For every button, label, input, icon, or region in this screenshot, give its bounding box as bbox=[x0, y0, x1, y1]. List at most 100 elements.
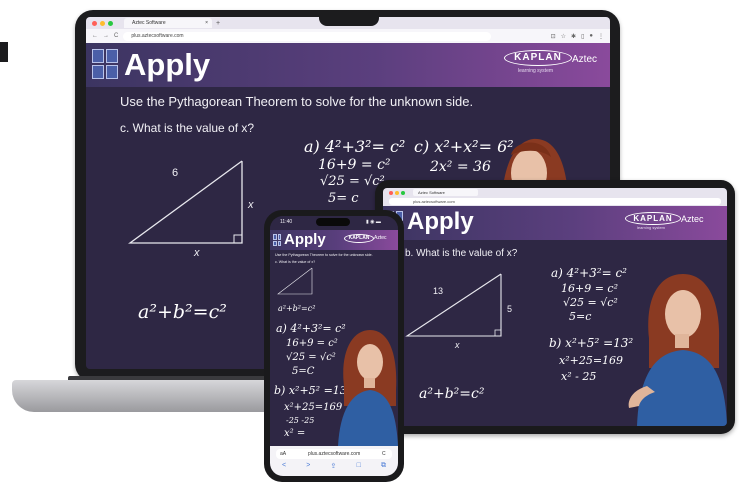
phone-share-icon[interactable]: ⇪ bbox=[331, 462, 337, 472]
tablet-tab[interactable]: Aztec Software bbox=[413, 189, 478, 196]
tablet-maximize-dot[interactable] bbox=[401, 191, 405, 195]
address-bar[interactable]: plus.aztecsoftware.com bbox=[123, 31, 492, 41]
phone-forward-icon[interactable]: > bbox=[306, 462, 310, 472]
phone-url-text: plus.aztecsoftware.com bbox=[308, 451, 361, 457]
tablet-kaplan-logo: KAPLAN bbox=[625, 212, 681, 225]
edge-mark bbox=[0, 42, 8, 62]
work-a-line4: 5= c bbox=[328, 191, 359, 206]
slide-banner: Apply KAPLAN Aztec learning system bbox=[86, 43, 610, 87]
tablet-screen: Aztec Software plus.aztecsoftware.com Ap… bbox=[383, 188, 727, 426]
maximize-window-dot[interactable] bbox=[108, 20, 113, 26]
phone-kaplan-logo: KAPLAN bbox=[344, 234, 374, 243]
phone-banner: Apply KAPLAN Aztec bbox=[270, 230, 398, 250]
share-icon[interactable]: ⊡ bbox=[551, 33, 556, 40]
tablet-work-a-line2: 16+9 = c² bbox=[561, 282, 618, 295]
phone-status-bar: 11:40 ▮ ◉ ▬ bbox=[270, 216, 398, 230]
phone-status-time: 11:40 bbox=[280, 219, 293, 225]
bookmark-icon[interactable]: ☆ bbox=[561, 33, 566, 40]
work-a-line3: √25 = √c² bbox=[320, 174, 385, 189]
tablet-leg-label: 5 bbox=[507, 304, 513, 314]
triangle-outline bbox=[128, 160, 243, 244]
phone-triangle-figure bbox=[277, 267, 313, 295]
new-tab-button[interactable]: + bbox=[216, 20, 220, 27]
phone-reader-button[interactable]: aA bbox=[280, 451, 286, 457]
phone-address-bar[interactable]: aA plus.aztecsoftware.com C bbox=[276, 449, 392, 459]
tablet-work-b-line2: x²+25=169 bbox=[559, 354, 624, 367]
phone-work-line8: x² = bbox=[284, 428, 306, 439]
phone-dynamic-island bbox=[316, 218, 350, 226]
phone-presenter-image bbox=[338, 330, 398, 446]
phone-screen: 11:40 ▮ ◉ ▬ Apply KAPLAN Aztec Use the P… bbox=[270, 216, 398, 476]
tablet-work-a-line3: √25 = √c² bbox=[563, 296, 618, 309]
tablet-work-b-line3: x² - 25 bbox=[561, 370, 597, 383]
forward-icon[interactable]: → bbox=[103, 33, 109, 39]
phone-slide: Use the Pythagorean Theorem to solve for… bbox=[270, 250, 398, 446]
triangle-figure bbox=[128, 160, 243, 244]
tablet-work-a-line4: 5=c bbox=[569, 310, 592, 323]
slide-instruction: Use the Pythagorean Theorem to solve for… bbox=[120, 94, 474, 109]
tab-close-icon[interactable]: × bbox=[205, 18, 208, 28]
phone-formula: a²+b²=c² bbox=[278, 304, 316, 313]
brand-tagline: learning system bbox=[518, 68, 554, 74]
phone-instruction: Use the Pythagorean Theorem to solve for… bbox=[275, 253, 373, 257]
slide-heading: Apply bbox=[124, 47, 211, 82]
tablet-browser-chrome: Aztec Software plus.aztecsoftware.com bbox=[383, 188, 727, 206]
close-window-dot[interactable] bbox=[92, 20, 97, 26]
triangle-leg-label: 6 bbox=[172, 167, 179, 179]
phone-bottom-nav: < > ⇪ □ ⧉ bbox=[282, 462, 386, 472]
tablet-work-b-line1: b) x²+5² =13² bbox=[549, 336, 634, 350]
phone-reload-icon[interactable]: C bbox=[382, 451, 386, 457]
tablet-slide-heading: Apply bbox=[407, 208, 474, 235]
phone-apply-grid-icon bbox=[273, 234, 281, 246]
tablet-work-a-line1: a) 4²+3²= c² bbox=[551, 266, 627, 280]
tablet-formula-handwriting: a²+b²=c² bbox=[419, 386, 485, 402]
menu-icon[interactable]: ⋮ bbox=[598, 33, 604, 40]
tablet-question-label: b. What is the value of x? bbox=[405, 248, 518, 259]
phone-slide-heading: Apply bbox=[284, 231, 326, 248]
extensions-icon[interactable]: ✱ bbox=[571, 33, 576, 40]
tab-title: Aztec Software bbox=[132, 20, 166, 26]
tablet-hyp-label: 13 bbox=[433, 286, 444, 296]
right-angle-mark bbox=[233, 234, 243, 244]
sidebar-icon[interactable]: ▯ bbox=[581, 33, 584, 40]
work-a-line1: a) 4²+3²= c² bbox=[304, 137, 406, 156]
laptop-notch bbox=[319, 10, 379, 26]
phone-work-line7: -25 -25 bbox=[286, 416, 315, 425]
tablet-close-dot[interactable] bbox=[389, 191, 393, 195]
phone-aztec-logo: Aztec bbox=[374, 235, 387, 241]
address-row: ← → C plus.aztecsoftware.com ⊡ ☆ ✱ ▯ ● ⋮ bbox=[86, 29, 610, 43]
phone-tabs-icon[interactable]: ⧉ bbox=[381, 462, 386, 472]
tablet-aztec-logo: Aztec bbox=[681, 214, 704, 224]
phone-work-line4: 5=C bbox=[292, 366, 315, 377]
triangle-hyp-label: x bbox=[248, 199, 254, 211]
tablet-presenter-image bbox=[628, 274, 727, 426]
question-label: c. What is the value of x? bbox=[120, 121, 255, 135]
kaplan-logo: KAPLAN bbox=[504, 50, 572, 66]
profile-icon[interactable]: ● bbox=[589, 33, 593, 40]
phone-safari-bar: aA plus.aztecsoftware.com C < > ⇪ □ ⧉ bbox=[270, 446, 398, 476]
minimize-window-dot[interactable] bbox=[100, 20, 105, 26]
tablet-triangle-outline bbox=[405, 273, 502, 337]
apply-grid-icon bbox=[92, 49, 118, 79]
triangle-base-label: x bbox=[194, 247, 200, 259]
tablet-address-bar[interactable]: plus.aztecsoftware.com bbox=[389, 198, 721, 205]
tablet-slide: Apply KAPLAN Aztec learning system b. Wh… bbox=[383, 206, 727, 426]
browser-tab[interactable]: Aztec Software × bbox=[124, 18, 212, 28]
tablet-right-angle-mark bbox=[494, 329, 502, 337]
toolbar-icons: ⊡ ☆ ✱ ▯ ● ⋮ bbox=[546, 33, 604, 40]
phone-work-line2: 16+9 = c² bbox=[286, 338, 338, 349]
formula-handwriting: a²+b²=c² bbox=[138, 301, 227, 323]
tablet-minimize-dot[interactable] bbox=[395, 191, 399, 195]
tablet-triangle-figure bbox=[405, 273, 502, 337]
reload-icon[interactable]: C bbox=[114, 33, 118, 39]
work-a-line2: 16+9 = c² bbox=[318, 157, 391, 173]
tablet-base-label: x bbox=[455, 340, 460, 350]
phone-back-icon[interactable]: < bbox=[282, 462, 286, 472]
phone-bookmarks-icon[interactable]: □ bbox=[357, 462, 361, 472]
phone-work-line3: √25 = √c² bbox=[286, 352, 336, 363]
phone-status-icons: ▮ ◉ ▬ bbox=[366, 219, 381, 225]
tablet-banner: Apply KAPLAN Aztec learning system bbox=[383, 206, 727, 240]
phone-question-label: c. What is the value of x? bbox=[275, 260, 316, 264]
aztec-logo: Aztec bbox=[572, 54, 598, 65]
back-icon[interactable]: ← bbox=[92, 33, 98, 39]
